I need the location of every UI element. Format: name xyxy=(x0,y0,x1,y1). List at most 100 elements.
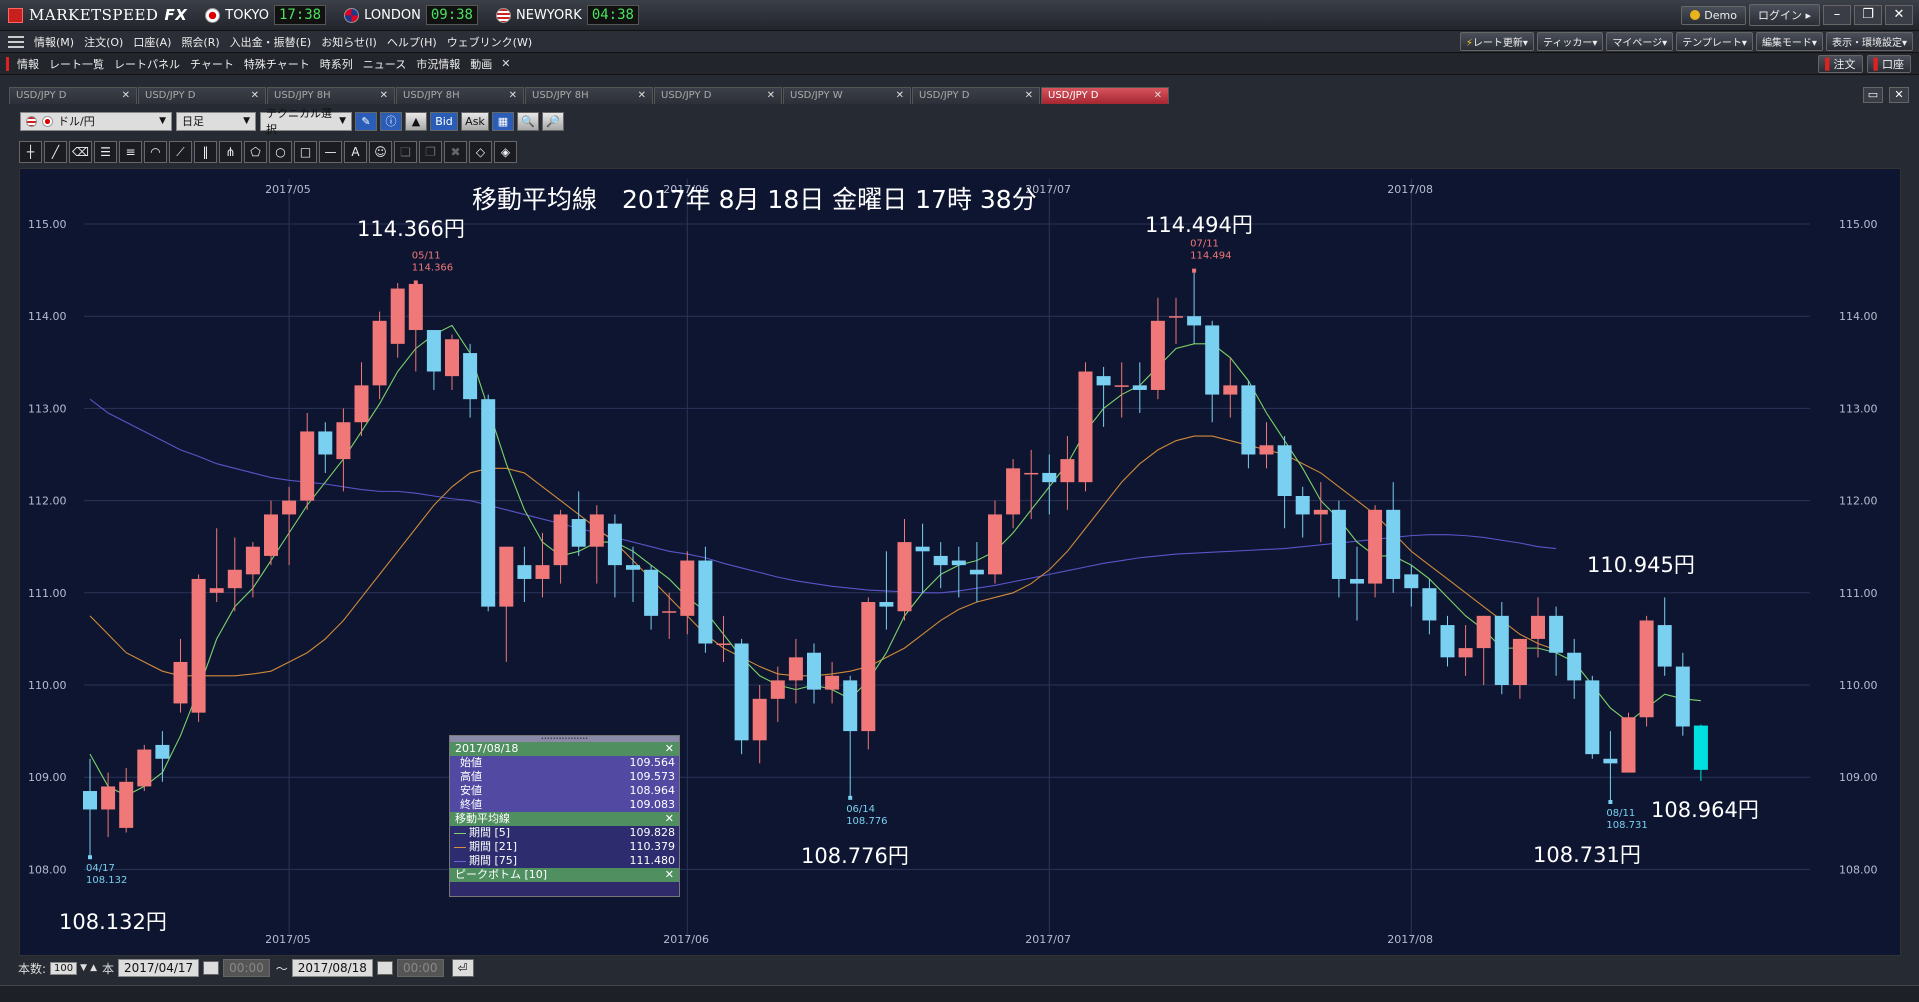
count-up-icon[interactable]: ▲ xyxy=(90,963,97,973)
tab-close-icon[interactable]: ✕ xyxy=(767,90,775,102)
demo-button[interactable]: Demo xyxy=(1681,5,1746,25)
tab-chart-9-active[interactable]: USD/JPY D ✕ xyxy=(1041,86,1169,104)
calendar-icon[interactable] xyxy=(203,961,220,975)
return-icon[interactable]: ⏎ xyxy=(451,959,474,977)
calendar-icon[interactable] xyxy=(376,961,393,975)
trendline-icon[interactable]: ╱ xyxy=(44,141,67,163)
text-icon[interactable]: A xyxy=(344,141,367,163)
paste-icon[interactable]: ❐ xyxy=(419,141,442,163)
info-icon[interactable]: ⓘ xyxy=(380,111,402,131)
toolbar-close-icon[interactable]: ✕ xyxy=(501,57,510,70)
tab-close-icon[interactable]: ✕ xyxy=(1025,90,1033,102)
tab-close-icon[interactable]: ✕ xyxy=(380,90,388,102)
parallel-lines-icon[interactable]: ☰ xyxy=(94,141,117,163)
horizontal-line-icon[interactable]: — xyxy=(319,141,342,163)
magic-eraser-icon[interactable]: ◈ xyxy=(494,141,517,163)
tab-close-icon[interactable]: ✕ xyxy=(1154,90,1162,102)
edit-mode-button[interactable]: 編集モード▾ xyxy=(1755,32,1823,51)
insert-icon[interactable]: ☺ xyxy=(369,141,392,163)
account-button[interactable]: ▌口座 xyxy=(1866,54,1911,73)
order-button[interactable]: ▌注文 xyxy=(1818,54,1863,73)
toolbar-item-special-chart[interactable]: 特殊チャート xyxy=(239,56,315,72)
from-time-input[interactable]: 00:00 xyxy=(223,959,270,977)
toolbar-item-news[interactable]: ニュース xyxy=(358,56,411,72)
close-icon[interactable]: ✕ xyxy=(665,742,674,756)
menu-item-deposit-transfer[interactable]: 入出金・振替(E) xyxy=(225,34,317,50)
pencil-icon[interactable]: ✎ xyxy=(355,111,377,131)
vertical-lines-icon[interactable]: ‖ xyxy=(194,141,217,163)
pentagon-icon[interactable]: ⬠ xyxy=(244,141,267,163)
tab-close-icon[interactable]: ✕ xyxy=(896,90,904,102)
chart-type-icon[interactable]: ▦ xyxy=(492,111,514,131)
candle-body xyxy=(843,680,858,732)
close-icon[interactable]: ✕ xyxy=(1885,5,1913,25)
tab-chart-6[interactable]: USD/JPY D ✕ xyxy=(654,86,782,104)
toolbar-item-rate-panel[interactable]: レートパネル xyxy=(109,56,185,72)
menu-item-info[interactable]: 情報(M) xyxy=(29,34,79,50)
template-button[interactable]: テンプレート▾ xyxy=(1676,32,1753,51)
tab-chart-1[interactable]: USD/JPY D ✕ xyxy=(9,86,137,104)
rate-update-button[interactable]: ⚡レート更新▾ xyxy=(1459,32,1534,51)
candle-body xyxy=(1386,509,1401,579)
area-chart-icon[interactable]: ▲ xyxy=(405,111,427,131)
menu-item-notices[interactable]: お知らせ(I) xyxy=(316,34,382,50)
to-time-input[interactable]: 00:00 xyxy=(396,959,444,977)
hamburger-icon[interactable] xyxy=(8,35,24,48)
tab-close-icon[interactable]: ✕ xyxy=(122,90,130,102)
horizontal-lines-icon[interactable]: ≡ xyxy=(119,141,142,163)
bid-toggle[interactable]: Bid xyxy=(430,111,458,131)
zoom-out-icon[interactable]: 🔍 xyxy=(517,111,539,131)
restore-icon[interactable]: ❐ xyxy=(1854,5,1882,25)
circle-icon[interactable]: ○ xyxy=(269,141,292,163)
close-icon[interactable]: ✕ xyxy=(665,812,674,826)
tab-close-icon[interactable]: ✕ xyxy=(251,90,259,102)
tab-chart-2[interactable]: USD/JPY D ✕ xyxy=(138,86,266,104)
display-settings-button[interactable]: 表示・環境設定▾ xyxy=(1825,32,1913,51)
pitchfork-icon[interactable]: ⋔ xyxy=(219,141,242,163)
minimize-icon[interactable]: – xyxy=(1823,5,1851,25)
delete-icon[interactable]: ✖ xyxy=(444,141,467,163)
currency-pair-select[interactable]: ドル/円 ▼ xyxy=(20,111,172,131)
tab-chart-5[interactable]: USD/JPY 8H ✕ xyxy=(525,86,653,104)
to-date-input[interactable]: 2017/08/18 xyxy=(291,959,373,977)
count-value[interactable]: 100 xyxy=(50,961,78,975)
erase-all-icon[interactable]: ◇ xyxy=(469,141,492,163)
toolbar-item-chart[interactable]: チャート xyxy=(185,56,239,72)
toolbar-item-rate-list[interactable]: レート一覧 xyxy=(44,56,109,72)
toolbar-item-market-info[interactable]: 市況情報 xyxy=(411,56,465,72)
menu-item-inquiry[interactable]: 照会(R) xyxy=(176,34,224,50)
toolbar-item-video[interactable]: 動画 xyxy=(465,56,497,72)
crosshair-icon[interactable]: ┼ xyxy=(19,141,42,163)
fan-lines-icon[interactable]: ⟋ xyxy=(169,141,192,163)
copy-icon[interactable]: ❏ xyxy=(394,141,417,163)
tab-close-icon[interactable]: ✕ xyxy=(509,90,517,102)
fibonacci-arc-icon[interactable]: ◠ xyxy=(144,141,167,163)
ticker-button[interactable]: ティッカー▾ xyxy=(1536,32,1604,51)
tab-chart-4[interactable]: USD/JPY 8H ✕ xyxy=(396,86,524,104)
tab-chart-8[interactable]: USD/JPY D ✕ xyxy=(912,86,1040,104)
zoom-in-icon[interactable]: 🔎 xyxy=(542,111,564,131)
ask-toggle[interactable]: Ask xyxy=(461,111,489,131)
menu-item-help[interactable]: ヘルプ(H) xyxy=(382,34,442,50)
menu-item-account[interactable]: 口座(A) xyxy=(128,34,176,50)
tab-chart-7[interactable]: USD/JPY W ✕ xyxy=(783,86,911,104)
eraser-icon[interactable]: ⌫ xyxy=(69,141,92,163)
login-button[interactable]: ログイン ▸ xyxy=(1748,4,1820,26)
tab-chart-3[interactable]: USD/JPY 8H ✕ xyxy=(267,86,395,104)
ohlc-info-panel[interactable]: •••••••••••••••• 2017/08/18 ✕ 始値 109.564 高… xyxy=(449,735,680,897)
toolbar-item-time-series[interactable]: 時系列 xyxy=(315,56,358,72)
from-date-input[interactable]: 2017/04/17 xyxy=(118,959,200,977)
maximize-chart-icon[interactable]: ▭ xyxy=(1863,87,1883,103)
timeframe-select[interactable]: 日足 ▼ xyxy=(176,111,256,131)
close-chart-icon[interactable]: ✕ xyxy=(1889,87,1909,103)
close-icon[interactable]: ✕ xyxy=(665,868,674,882)
technical-select[interactable]: テクニカル選択 ▼ xyxy=(260,107,352,136)
menu-item-order[interactable]: 注文(O) xyxy=(79,34,128,50)
rectangle-icon[interactable]: □ xyxy=(294,141,317,163)
toolbar-item-info[interactable]: 情報 xyxy=(12,56,44,72)
menu-item-weblink[interactable]: ウェブリンク(W) xyxy=(442,34,537,50)
tab-close-icon[interactable]: ✕ xyxy=(638,90,646,102)
x-tick-label-bottom: 2017/05 xyxy=(265,933,311,946)
count-down-icon[interactable]: ▼ xyxy=(80,963,87,973)
mypage-button[interactable]: マイページ▾ xyxy=(1606,32,1674,51)
